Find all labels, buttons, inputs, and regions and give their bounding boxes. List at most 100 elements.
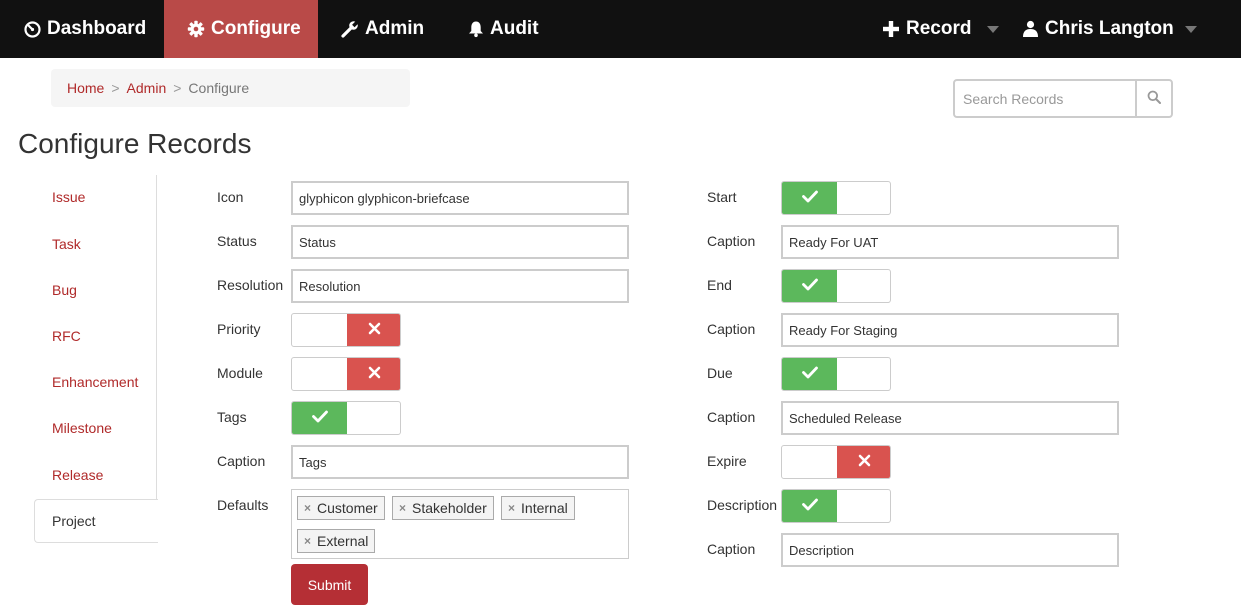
due-caption-label: Caption: [707, 409, 756, 425]
nav-audit[interactable]: Audit: [468, 0, 539, 58]
sidebar-item-bug[interactable]: Bug: [52, 282, 77, 298]
plus-icon: [882, 20, 900, 38]
tag-chip: × External: [297, 529, 376, 553]
resolution-field[interactable]: Resolution: [291, 269, 629, 303]
sidebar-item-task[interactable]: Task: [52, 236, 81, 252]
switch-on-half: [782, 270, 837, 302]
nav-user[interactable]: Chris Langton: [1022, 0, 1174, 58]
remove-x-icon[interactable]: ×: [508, 501, 515, 515]
user-icon: [1022, 20, 1039, 38]
tags-caption-field[interactable]: Tags: [291, 445, 629, 479]
defaults-label: Defaults: [217, 497, 269, 513]
remove-x-icon[interactable]: ×: [399, 501, 406, 515]
x-icon: [368, 322, 381, 338]
end-caption-label: Caption: [707, 321, 756, 337]
description-caption-value: Description: [789, 542, 855, 558]
start-toggle[interactable]: [781, 181, 891, 215]
description-toggle[interactable]: [781, 489, 891, 523]
description-label: Description: [707, 497, 778, 513]
switch-on-half: [782, 182, 837, 214]
icon-field[interactable]: glyphicon glyphicon-briefcase: [291, 181, 629, 215]
tags-caption-value: Tags: [299, 454, 327, 470]
status-field-value: Status: [299, 234, 336, 250]
breadcrumb-admin[interactable]: Admin: [127, 80, 167, 96]
sidebar-divider: [156, 175, 157, 500]
end-toggle[interactable]: [781, 269, 891, 303]
nav-admin[interactable]: Admin: [341, 0, 424, 58]
expire-label: Expire: [707, 453, 747, 469]
switch-on-half: [782, 358, 837, 390]
priority-label: Priority: [217, 321, 261, 337]
sidebar-item-rfc[interactable]: RFC: [52, 328, 81, 344]
switch-off-half: [347, 358, 400, 390]
status-field[interactable]: Status: [291, 225, 629, 259]
x-icon: [368, 366, 381, 382]
sidebar-item-release[interactable]: Release: [52, 467, 103, 483]
start-label: Start: [707, 189, 737, 205]
description-caption-field[interactable]: Description: [781, 533, 1119, 567]
check-icon: [801, 498, 818, 514]
nav-admin-label: Admin: [365, 18, 425, 39]
switch-off-half: [837, 446, 890, 478]
breadcrumb: Home > Admin > Configure: [51, 69, 410, 107]
check-icon: [801, 366, 818, 382]
due-caption-value: Scheduled Release: [789, 410, 902, 426]
tags-label: Tags: [217, 409, 247, 425]
tags-toggle[interactable]: [291, 401, 401, 435]
page-title: Configure Records: [18, 128, 252, 159]
status-label: Status: [217, 233, 257, 249]
top-navbar: Dashboard Configure Admin Audit Record C…: [0, 0, 1241, 58]
nav-configure-label: Configure: [211, 18, 301, 39]
resolution-label: Resolution: [217, 277, 284, 293]
priority-toggle[interactable]: [291, 313, 401, 347]
breadcrumb-current: Configure: [188, 80, 250, 96]
dashboard-gauge-icon: [24, 20, 41, 38]
tag-chip: × Internal: [501, 496, 575, 520]
breadcrumb-separator: >: [173, 80, 182, 96]
breadcrumb-separator: >: [111, 80, 120, 96]
nav-configure[interactable]: Configure: [164, 0, 318, 58]
record-dropdown-caret-icon[interactable]: [987, 26, 999, 33]
search-input[interactable]: [955, 81, 1135, 116]
nav-record-label: Record: [906, 18, 972, 39]
sidebar-item-project-label: Project: [52, 513, 96, 529]
remove-x-icon[interactable]: ×: [304, 534, 311, 548]
bell-icon: [468, 20, 484, 38]
tags-caption-label: Caption: [217, 453, 266, 469]
search-icon: [1147, 90, 1161, 107]
start-caption-field[interactable]: Ready For UAT: [781, 225, 1119, 259]
due-toggle[interactable]: [781, 357, 891, 391]
resolution-field-value: Resolution: [299, 278, 361, 294]
tag-chip-label: Stakeholder: [412, 500, 487, 516]
defaults-tag-input[interactable]: × Customer × Stakeholder × Internal × Ex…: [291, 489, 629, 559]
switch-off-half: [347, 314, 400, 346]
tag-chip: × Customer: [297, 496, 385, 520]
nav-record[interactable]: Record: [882, 0, 971, 58]
due-label: Due: [707, 365, 733, 381]
due-caption-field[interactable]: Scheduled Release: [781, 401, 1119, 435]
check-icon: [801, 190, 818, 206]
remove-x-icon[interactable]: ×: [304, 501, 311, 515]
icon-label: Icon: [217, 189, 244, 205]
tag-chip-label: Customer: [317, 500, 378, 516]
x-icon: [858, 454, 871, 470]
search-box: [953, 79, 1173, 118]
end-caption-field[interactable]: Ready For Staging: [781, 313, 1119, 347]
sidebar-item-issue[interactable]: Issue: [52, 189, 85, 205]
expire-toggle[interactable]: [781, 445, 891, 479]
sidebar-item-enhancement[interactable]: Enhancement: [52, 374, 138, 390]
end-label: End: [707, 277, 732, 293]
module-toggle[interactable]: [291, 357, 401, 391]
search-button[interactable]: [1135, 81, 1171, 116]
end-caption-value: Ready For Staging: [789, 322, 898, 338]
sidebar-item-project[interactable]: Project: [34, 499, 158, 543]
module-label: Module: [217, 365, 263, 381]
gear-icon: [187, 20, 205, 38]
nav-dashboard[interactable]: Dashboard: [24, 0, 146, 58]
breadcrumb-home[interactable]: Home: [67, 80, 104, 96]
submit-button[interactable]: Submit: [291, 564, 368, 605]
user-dropdown-caret-icon[interactable]: [1185, 26, 1197, 33]
wrench-icon: [341, 20, 359, 38]
sidebar-item-milestone[interactable]: Milestone: [52, 420, 112, 436]
nav-audit-label: Audit: [490, 18, 539, 39]
